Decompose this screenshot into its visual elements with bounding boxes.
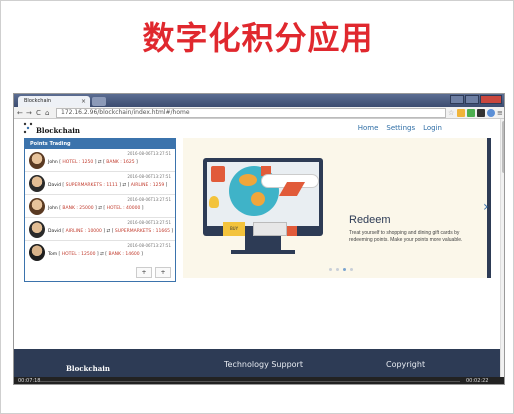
new-tab-button[interactable] xyxy=(92,97,106,106)
window-controls xyxy=(450,95,502,104)
trade-detail: David [ AIRLINE : 10000 ] ⇄ [ SUPERMARKE… xyxy=(48,229,174,234)
extension-icon[interactable] xyxy=(467,109,475,117)
carousel-indicators xyxy=(329,268,353,271)
extension-icon[interactable] xyxy=(487,109,495,117)
trade-detail: Tom [ HOTEL : 12500 ] ⇄ [ BANK : 14600 ] xyxy=(48,252,143,257)
back-icon[interactable]: ← xyxy=(17,108,23,118)
trade-user: David xyxy=(48,229,61,234)
footer-technology-support[interactable]: Technology Support xyxy=(224,360,303,369)
carousel-text: Treat yourself to shopping and dining gi… xyxy=(349,230,463,243)
maximize-button[interactable] xyxy=(465,95,479,104)
footer-copyright[interactable]: Copyright xyxy=(386,360,425,369)
trade-from: SUPERMARKETS : 1111 xyxy=(65,183,118,188)
lightbulb-icon xyxy=(209,196,219,208)
trade-row[interactable]: 2016-08-06T13:27:51 John [ BANK : 25000 … xyxy=(25,195,175,218)
trade-row[interactable]: 2016-08-06T13:27:51 David [ AIRLINE : 10… xyxy=(25,218,175,241)
redeem-carousel: BUY Redeem Treat yourself to shopping an… xyxy=(183,138,491,278)
trade-from: AIRLINE : 10000 xyxy=(65,229,102,234)
trade-from: HOTEL : 12500 xyxy=(61,252,96,257)
window-close-button[interactable] xyxy=(480,95,502,104)
trade-to: BANK : 1625 xyxy=(106,160,135,165)
points-trading-panel: Points Trading 2016-08-06T13:27:51 John … xyxy=(24,138,176,282)
trade-to: BANK : 14600 xyxy=(108,252,140,257)
carousel-next-icon[interactable]: › xyxy=(483,199,489,215)
panel-pager: + + xyxy=(136,267,171,278)
reload-icon[interactable]: C xyxy=(36,108,41,118)
avatar xyxy=(29,244,45,261)
trade-user: John xyxy=(48,206,58,211)
tab-close-icon[interactable]: × xyxy=(81,96,86,107)
trade-detail: John [ BANK : 25000 ] ⇄ [ HOTEL : 40000 … xyxy=(48,206,144,211)
slide-title: 数字化积分应用 xyxy=(142,19,374,57)
scroll-thumb[interactable] xyxy=(502,121,504,173)
buy-sign-icon: BUY xyxy=(223,222,245,236)
blockchain-logo-icon xyxy=(23,122,33,134)
browser-screenshot: Blockchain × ← → C ⌂ 172.16.2.96/blockch… xyxy=(13,93,505,385)
trade-detail: David [ SUPERMARKETS : 1111 ] ⇄ [ AIRLIN… xyxy=(48,183,168,188)
address-bar: ← → C ⌂ 172.16.2.96/blockchain/index.htm… xyxy=(14,107,504,119)
trade-row[interactable]: 2016-08-06T13:27:51 John [ HOTEL : 1250 … xyxy=(25,149,175,172)
pager-next-button[interactable]: + xyxy=(155,267,171,278)
nav-settings[interactable]: Settings xyxy=(386,124,415,132)
globe-land xyxy=(251,192,265,206)
minimize-button[interactable] xyxy=(450,95,464,104)
trade-user: David xyxy=(48,183,61,188)
url-input[interactable]: 172.16.2.96/blockchain/index.html#/home xyxy=(56,108,446,118)
tab-title: Blockchain xyxy=(24,98,52,104)
carousel-dot-active[interactable] xyxy=(343,268,346,271)
trade-time: 2016-08-06T13:27:51 xyxy=(127,174,171,179)
avatar xyxy=(29,221,45,238)
forward-icon[interactable]: → xyxy=(26,108,32,118)
presentation-slide: 数字化积分应用 Blockchain × ← → C ⌂ 172.16.2.96… xyxy=(0,0,514,414)
nav-login[interactable]: Login xyxy=(423,124,442,132)
trade-time: 2016-08-06T13:27:51 xyxy=(127,151,171,156)
video-total-time: 00:02:22 xyxy=(466,378,489,384)
site-brand-name: Blockchain xyxy=(36,126,80,135)
trade-user: John xyxy=(48,160,58,165)
carousel-dot[interactable] xyxy=(329,268,332,271)
truck-cab xyxy=(287,226,297,236)
carousel-heading: Redeem xyxy=(349,214,391,226)
bookmark-star-icon[interactable]: ☆ xyxy=(448,108,454,118)
video-elapsed-time: 00:07:18 xyxy=(18,378,41,384)
trade-row[interactable]: 2016-08-06T13:27:51 David [ SUPERMARKETS… xyxy=(25,172,175,195)
trade-time: 2016-08-06T13:27:51 xyxy=(127,243,171,248)
trade-from: HOTEL : 1250 xyxy=(62,160,94,165)
home-icon[interactable]: ⌂ xyxy=(45,108,49,118)
video-control-bar: 00:07:18 00:02:22 xyxy=(14,377,504,384)
trade-row[interactable]: 2016-08-06T13:27:51 Tom [ HOTEL : 12500 … xyxy=(25,241,175,264)
monitor-stand xyxy=(245,236,281,250)
browser-tab[interactable]: Blockchain × xyxy=(18,96,90,107)
trade-to: AIRLINE : 1259 xyxy=(130,183,165,188)
trade-user: Tom xyxy=(48,252,58,257)
avatar xyxy=(29,198,45,215)
avatar xyxy=(29,175,45,192)
pager-prev-button[interactable]: + xyxy=(136,267,152,278)
nav-home[interactable]: Home xyxy=(358,124,379,132)
video-progress-bar[interactable] xyxy=(40,381,460,382)
extension-icon[interactable] xyxy=(477,109,485,117)
monitor-base xyxy=(231,250,295,254)
page-scrollbar[interactable] xyxy=(500,119,504,384)
globe-land xyxy=(239,174,257,186)
carousel-dot[interactable] xyxy=(350,268,353,271)
site-navigation: Home Settings Login xyxy=(358,124,442,132)
shopping-bag-icon xyxy=(211,166,225,182)
trade-detail: John [ HOTEL : 1250 ] ⇄ [ BANK : 1625 ] xyxy=(48,160,138,165)
footer-brand: Blockchain xyxy=(66,364,110,373)
menu-icon[interactable]: ≡ xyxy=(497,108,503,118)
truck-icon xyxy=(253,222,287,236)
carousel-dot[interactable] xyxy=(336,268,339,271)
trade-time: 2016-08-06T13:27:51 xyxy=(127,197,171,202)
avatar xyxy=(29,152,45,169)
web-page: Blockchain Home Settings Login Points Tr… xyxy=(14,119,504,384)
trade-to: HOTEL : 40000 xyxy=(106,206,141,211)
trade-time: 2016-08-06T13:27:51 xyxy=(127,220,171,225)
trade-from: BANK : 25000 xyxy=(62,206,94,211)
browser-tab-bar: Blockchain × xyxy=(14,94,504,107)
trade-to: SUPERMARKETS : 11665 xyxy=(114,229,170,234)
extension-icon[interactable] xyxy=(457,109,465,117)
panel-title: Points Trading xyxy=(25,139,175,149)
